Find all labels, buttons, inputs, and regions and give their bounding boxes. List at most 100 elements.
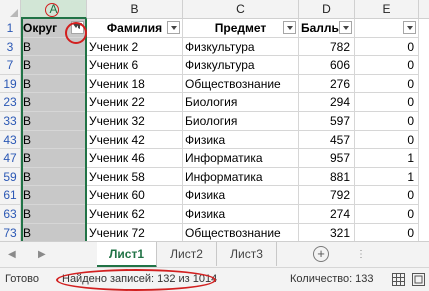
cell-e[interactable]: 0 [355,112,419,131]
cell-predmet[interactable]: Физика [183,205,299,224]
cell-okrug[interactable]: В [21,186,87,205]
cell-bally[interactable]: 782 [299,37,355,57]
cell-e[interactable]: 0 [355,130,419,150]
cell-predmet[interactable]: Биология [183,93,299,112]
cell-predmet[interactable]: Обществознание [183,74,299,94]
table-row: 3 В Ученик 2 Физкультура 782 0 [0,37,429,57]
header-cell-bally[interactable]: Баллы [299,19,355,38]
cell-familiya[interactable]: Ученик 2 [87,37,183,57]
cell-familiya[interactable]: Ученик 18 [87,74,183,94]
add-sheet-icon[interactable]: + [313,246,329,262]
cell-e[interactable]: 1 [355,149,419,168]
normal-view-icon[interactable] [392,273,405,286]
row-number[interactable]: 73 [0,223,21,243]
column-header-e[interactable]: E [355,0,419,19]
cell-e[interactable]: 0 [355,74,419,94]
annotation-circle-status [56,269,216,291]
header-label: Округ [23,21,58,35]
cell-predmet[interactable]: Физкультура [183,37,299,57]
cell-bally[interactable]: 294 [299,93,355,112]
cell-familiya[interactable]: Ученик 60 [87,186,183,205]
cell-bally[interactable]: 457 [299,130,355,150]
spreadsheet-window: A B C D E 1 Округ Фамилия Предмет Баллы … [0,0,429,291]
cell-bally[interactable]: 276 [299,74,355,94]
row-number[interactable]: 33 [0,112,21,131]
cell-predmet[interactable]: Физкультура [183,56,299,75]
cell-e[interactable]: 0 [355,186,419,205]
cell-bally[interactable]: 597 [299,112,355,131]
cell-e[interactable]: 1 [355,167,419,187]
annotation-circle-column-a [45,3,59,17]
status-ready: Готово [5,273,39,285]
row-number[interactable]: 7 [0,56,21,75]
table-row: 43 В Ученик 42 Физика 457 0 [0,130,429,150]
row-number[interactable]: 23 [0,93,21,112]
tab-list1[interactable]: Лист1 [97,242,157,268]
page-layout-icon[interactable] [412,273,425,286]
cell-familiya[interactable]: Ученик 6 [87,56,183,75]
row-number[interactable]: 1 [0,19,21,38]
column-header-b[interactable]: B [87,0,183,19]
header-cell-familiya[interactable]: Фамилия [87,19,183,38]
row-number[interactable]: 63 [0,205,21,224]
cell-e[interactable]: 0 [355,205,419,224]
arrow-left-icon[interactable]: ◀ [8,249,16,260]
cell-okrug[interactable]: В [21,130,87,150]
cell-familiya[interactable]: Ученик 42 [87,130,183,150]
table-row: 33 В Ученик 32 Биология 597 0 [0,112,429,131]
tab-list2[interactable]: Лист2 [157,242,217,266]
cell-okrug[interactable]: В [21,74,87,94]
status-count: Количество: 133 [290,273,374,285]
dropdown-arrow-icon[interactable] [403,21,416,34]
row-number[interactable]: 47 [0,149,21,168]
dropdown-arrow-icon[interactable] [167,21,180,34]
cell-bally[interactable]: 792 [299,186,355,205]
arrow-right-icon[interactable]: ▶ [38,249,46,260]
cell-e[interactable]: 0 [355,93,419,112]
cell-bally[interactable]: 274 [299,205,355,224]
cell-familiya[interactable]: Ученик 58 [87,167,183,187]
column-header-row: A B C D E [0,0,429,19]
header-label: Фамилия [106,21,163,35]
cell-predmet[interactable]: Информатика [183,149,299,168]
cell-okrug[interactable]: В [21,223,87,243]
cell-okrug[interactable]: В [21,93,87,112]
cell-e[interactable]: 0 [355,37,419,57]
cell-e[interactable]: 0 [355,56,419,75]
table-row: 47 В Ученик 46 Информатика 957 1 [0,149,429,168]
row-number[interactable]: 61 [0,186,21,205]
column-header-c[interactable]: C [183,0,299,19]
cell-predmet[interactable]: Физика [183,186,299,205]
column-header-d[interactable]: D [299,0,355,19]
cell-bally[interactable]: 606 [299,56,355,75]
cell-okrug[interactable]: В [21,56,87,75]
header-cell-e[interactable] [355,19,419,38]
cell-e[interactable]: 0 [355,223,419,243]
cell-predmet[interactable]: Информатика [183,167,299,187]
cell-bally[interactable]: 321 [299,223,355,243]
cell-familiya[interactable]: Ученик 46 [87,149,183,168]
header-cell-predmet[interactable]: Предмет [183,19,299,38]
cell-predmet[interactable]: Обществознание [183,223,299,243]
cell-bally[interactable]: 881 [299,167,355,187]
cell-familiya[interactable]: Ученик 32 [87,112,183,131]
cell-predmet[interactable]: Биология [183,112,299,131]
row-number[interactable]: 59 [0,167,21,187]
tab-list3[interactable]: Лист3 [217,242,277,266]
row-number[interactable]: 43 [0,130,21,150]
cell-familiya[interactable]: Ученик 22 [87,93,183,112]
cell-familiya[interactable]: Ученик 62 [87,205,183,224]
cell-okrug[interactable]: В [21,167,87,187]
dropdown-arrow-icon[interactable] [339,21,352,34]
cell-bally[interactable]: 957 [299,149,355,168]
select-all-corner[interactable] [0,0,21,19]
cell-predmet[interactable]: Физика [183,130,299,150]
cell-okrug[interactable]: В [21,149,87,168]
cell-okrug[interactable]: В [21,205,87,224]
cell-familiya[interactable]: Ученик 72 [87,223,183,243]
cell-okrug[interactable]: В [21,112,87,131]
tab-scroll-handle-icon[interactable]: ⋮ [356,249,366,260]
row-number[interactable]: 19 [0,74,21,94]
dropdown-arrow-icon[interactable] [283,21,296,34]
row-number[interactable]: 3 [0,37,21,57]
